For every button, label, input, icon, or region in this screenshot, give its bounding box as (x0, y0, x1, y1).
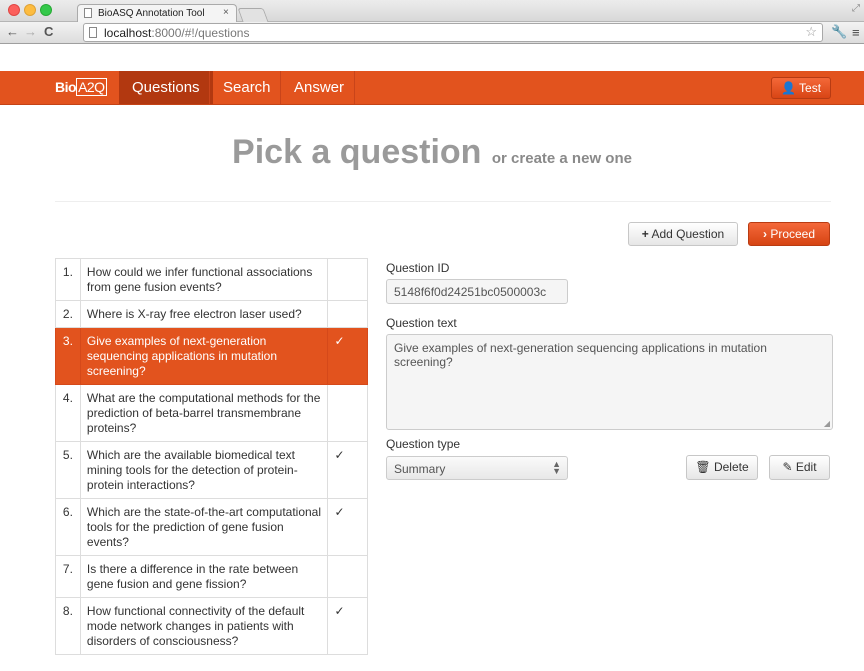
wrench-icon[interactable]: 🔧 (831, 24, 847, 40)
page-top-spacer (0, 44, 864, 71)
tab-title: BioASQ Annotation Tool (98, 8, 205, 19)
question-row[interactable]: 3. Give examples of next-generation seque… (55, 327, 368, 385)
answered-check-icon (327, 258, 368, 301)
user-icon: 👤 (780, 81, 796, 95)
reload-icon[interactable]: C (44, 24, 53, 40)
delete-button[interactable]: 🗑 Delete (686, 455, 758, 480)
question-row[interactable]: 2. Where is X-ray free electron laser use… (55, 300, 368, 328)
question-text-value: Give examples of next-generation sequenc… (394, 341, 767, 369)
question-type-select[interactable]: Summary ▲ ▼ (386, 456, 568, 480)
select-caret-icon: ▲ ▼ (552, 459, 561, 476)
question-number: 8. (55, 597, 81, 655)
heading-divider (55, 201, 831, 202)
question-row[interactable]: 7. Is there a difference in the rate betw… (55, 555, 368, 598)
question-type-label: Question type (386, 437, 461, 451)
question-number: 4. (55, 384, 81, 442)
nav-questions[interactable]: Questions (119, 71, 213, 104)
menu-icon[interactable]: ≡ (852, 25, 860, 40)
question-text-field[interactable]: Give examples of next-generation sequenc… (386, 334, 833, 430)
fullscreen-icon[interactable]: ⤢ (852, 3, 860, 14)
question-number: 2. (55, 300, 81, 328)
app-navbar: Bio A2Q Questions Search Answer 👤 Test (0, 71, 864, 105)
question-type-value: Summary (394, 462, 446, 476)
question-text: How functional connectivity of the defau… (79, 597, 329, 655)
question-text: Give examples of next-generation sequenc… (79, 327, 329, 385)
answered-check-icon: ✓ (327, 498, 368, 556)
question-number: 5. (55, 441, 81, 499)
question-text: Where is X-ray free electron laser used? (79, 300, 329, 328)
browser-tab[interactable]: BioASQ Annotation Tool × (77, 4, 237, 23)
question-number: 7. (55, 555, 81, 598)
question-id-field[interactable]: 5148f6f0d24251bc0500003c (386, 279, 568, 304)
answered-check-icon: ✓ (327, 597, 368, 655)
question-text: Is there a difference in the rate betwee… (79, 555, 329, 598)
questions-table: 1. How could we infer functional associat… (55, 258, 368, 655)
question-text: How could we infer functional associatio… (79, 258, 329, 301)
back-icon[interactable]: ← (6, 24, 19, 40)
nav-answer[interactable]: Answer (281, 71, 357, 104)
page-title: Pick a question (232, 133, 482, 171)
forward-icon[interactable]: → (24, 24, 37, 40)
question-row[interactable]: 6. Which are the state-of-the-art computa… (55, 498, 368, 556)
trash-icon: 🗑 (695, 460, 711, 474)
nav-search[interactable]: Search (210, 71, 284, 104)
minimize-window-button[interactable] (24, 4, 36, 16)
question-row[interactable]: 4. What are the computational methods for… (55, 384, 368, 442)
question-number: 6. (55, 498, 81, 556)
proceed-button[interactable]: › Proceed (748, 222, 830, 246)
question-row[interactable]: 1. How could we infer functional associat… (55, 258, 368, 301)
page-icon (89, 27, 97, 38)
chevron-right-icon: › (762, 227, 767, 241)
add-question-button[interactable]: + Add Question (628, 222, 738, 246)
close-window-button[interactable] (8, 4, 20, 16)
edit-icon: ✎ (782, 460, 793, 474)
question-number: 3. (55, 327, 81, 385)
question-row[interactable]: 5. Which are the available biomedical tex… (55, 441, 368, 499)
resize-handle-icon[interactable]: ◢ (824, 419, 830, 428)
page-heading: Pick a question or create a new one (0, 133, 864, 172)
edit-button[interactable]: ✎ Edit (769, 455, 830, 480)
browser-titlebar: BioASQ Annotation Tool × ⤢ (0, 0, 864, 23)
answered-check-icon: ✓ (327, 327, 368, 385)
bookmark-star-icon[interactable]: ☆ (805, 24, 817, 40)
question-row[interactable]: 8. How functional connectivity of the def… (55, 597, 368, 655)
answered-check-icon (327, 555, 368, 598)
answered-check-icon (327, 300, 368, 328)
new-tab-button[interactable] (237, 8, 269, 22)
url-text: localhost:8000/#!/questions (104, 26, 250, 40)
question-text: What are the computational methods for t… (79, 384, 329, 442)
answered-check-icon (327, 384, 368, 442)
user-button[interactable]: 👤 Test (771, 77, 831, 99)
question-text: Which are the state-of-the-art computati… (79, 498, 329, 556)
answered-check-icon: ✓ (327, 441, 368, 499)
question-number: 1. (55, 258, 81, 301)
brand-logo[interactable]: Bio A2Q (55, 78, 107, 96)
browser-toolbar: ← → C localhost:8000/#!/questions ☆ 🔧 ≡ (0, 22, 864, 44)
page-subtitle: or create a new one (491, 150, 632, 167)
question-text-label: Question text (386, 316, 457, 330)
nav-divider (354, 71, 355, 104)
page-icon (84, 8, 92, 18)
question-id-label: Question ID (386, 261, 450, 275)
zoom-window-button[interactable] (40, 4, 52, 16)
question-text: Which are the available biomedical text … (79, 441, 329, 499)
address-bar[interactable]: localhost:8000/#!/questions ☆ (83, 23, 823, 42)
questions-table-body: 1. How could we infer functional associat… (55, 258, 368, 655)
plus-icon: + (641, 227, 649, 241)
tab-close-icon[interactable]: × (223, 7, 229, 18)
